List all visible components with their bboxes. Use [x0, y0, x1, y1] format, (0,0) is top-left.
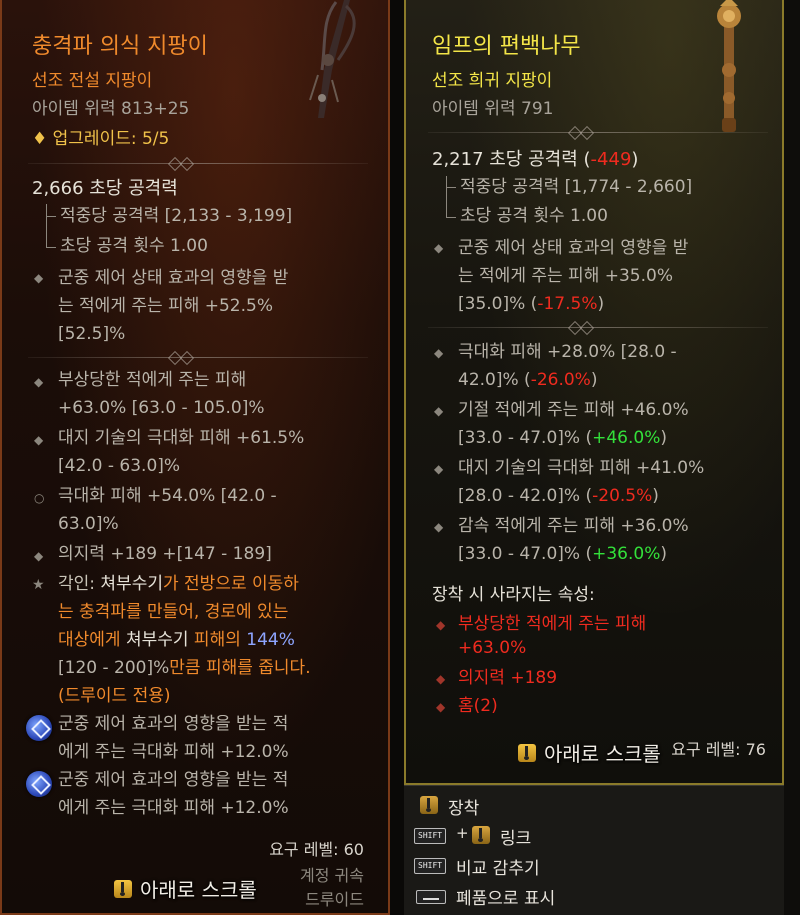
bullet-icon: ◆	[34, 271, 44, 285]
equipped-item-tooltip: 충격파 의식 지팡이 선조 전설 지팡이 아이템 위력 813+25 ♦ 업그레…	[0, 0, 390, 915]
socket-2-line-2: 에게 주는 극대화 피해 +12.0%	[58, 798, 289, 818]
aspect-line-3: 대상에게 쳐부수기 피해의 144%	[58, 630, 295, 650]
dps-diff: -449	[590, 149, 632, 170]
socket-2-line-1: 군중 제어 효과의 영향을 받는 적	[58, 770, 289, 790]
attacks-per-second: 초당 공격 횟수 1.00	[60, 236, 208, 256]
implicit-line-2: 는 적에게 주는 피해 +52.5%	[58, 296, 273, 316]
bullet-icon: ◆	[434, 241, 444, 255]
affix-3-line-2: [28.0 - 42.0]% (-20.5%)	[458, 486, 659, 506]
scroll-hint[interactable]: 아래로 스크롤	[544, 738, 661, 767]
dps-value: 2,666 초당 공격력	[32, 178, 178, 199]
scroll-hint[interactable]: 아래로 스크롤	[140, 874, 257, 903]
class-restriction: 드루이드	[305, 890, 364, 909]
bullet-icon: ◆	[34, 549, 44, 563]
upgrade-status: ♦ 업그레이드: 5/5	[32, 124, 169, 149]
stat-tree-line	[446, 176, 447, 218]
scroll-key-icon	[114, 880, 132, 898]
affix-1-line-2: +63.0% [63.0 - 105.0]%	[58, 398, 265, 418]
section-divider	[428, 327, 768, 328]
shift-key-icon: SHIFT	[414, 828, 447, 844]
link-key-icon	[472, 826, 490, 844]
bullet-icon: ◆	[434, 404, 444, 418]
panel-gap	[390, 0, 404, 915]
affix-2-line-1: 기절 적에게 주는 피해 +46.0%	[458, 400, 689, 420]
socket-gem-icon	[26, 771, 52, 797]
equip-action[interactable]: 장착	[448, 794, 479, 819]
dps-value: 2,217 초당 공격력 (-449)	[432, 149, 639, 170]
scroll-key-icon	[518, 744, 536, 762]
lost-stat-2: 의지력 +189	[458, 668, 558, 688]
aspect-line-2: 는 충격파를 만들어, 경로에 있는	[58, 602, 289, 622]
plus-sign: +	[456, 824, 469, 842]
section-divider	[28, 163, 368, 164]
bullet-icon: ◆	[434, 462, 444, 476]
socket-1-line-1: 군중 제어 효과의 영향을 받는 적	[58, 714, 289, 734]
upgrade-icon: ♦	[32, 129, 48, 149]
greater-affix-icon: ○	[34, 491, 45, 505]
equip-key-icon	[420, 796, 438, 814]
damage-per-hit: 적중당 공격력 [1,774 - 2,660]	[460, 177, 693, 197]
lost-stats-header: 장착 시 사라지는 속성:	[432, 585, 595, 605]
required-level: 요구 레벨: 60	[269, 840, 364, 859]
socket-gem-icon	[26, 715, 52, 741]
affix-1-line-1: 부상당한 적에게 주는 피해	[58, 370, 247, 390]
affix-3-line-2: 63.0]%	[58, 514, 119, 534]
bullet-icon: ◆	[436, 618, 446, 632]
upgrade-text: 업그레이드: 5/5	[52, 129, 170, 149]
attacks-per-second: 초당 공격 횟수 1.00	[460, 206, 608, 226]
stat-tree-line	[46, 204, 47, 248]
item-staff-image	[309, 0, 356, 118]
section-divider	[428, 132, 768, 133]
damage-per-hit: 적중당 공격력 [2,133 - 3,199]	[60, 206, 293, 226]
affix-2-line-2: [42.0 - 63.0]%	[58, 456, 181, 476]
implicit-line-1: 군중 제어 상태 효과의 영향을 받	[458, 238, 689, 258]
item-title: 충격파 의식 지팡이	[32, 34, 208, 59]
compared-item-tooltip: 임프의 편백나무 선조 희귀 지팡이 아이템 위력 791 2,217 초당 공…	[404, 0, 784, 785]
action-key-menu: 장착 SHIFT + 링크 SHIFT 비교 감추기 폐품으로 표시	[404, 785, 784, 915]
link-action[interactable]: 링크	[500, 824, 531, 849]
item-power: 아이템 위력 791	[432, 99, 554, 119]
bullet-icon: ◆	[436, 672, 446, 686]
space-key-icon	[416, 890, 446, 904]
affix-4-line-1: 의지력 +189 +[147 - 189]	[58, 544, 272, 564]
item-staff-image	[717, 0, 741, 132]
bullet-icon: ◆	[34, 433, 44, 447]
item-rarity: 선조 전설 지팡이	[32, 71, 153, 91]
bullet-icon: ◆	[436, 700, 446, 714]
aspect-star-icon: ★	[32, 577, 45, 593]
affix-3-line-1: 대지 기술의 극대화 피해 +41.0%	[458, 458, 705, 478]
affix-3-line-1: 극대화 피해 +54.0% [42.0 -	[58, 486, 277, 506]
aspect-line-1: 각인: 쳐부수기가 전방으로 이동하	[58, 574, 299, 594]
lost-stat-3: 홈(2)	[458, 696, 498, 716]
implicit-line-1: 군중 제어 상태 효과의 영향을 받	[58, 268, 289, 288]
affix-4-line-2: [33.0 - 47.0]% (+36.0%)	[458, 544, 668, 564]
socket-1-line-2: 에게 주는 극대화 피해 +12.0%	[58, 742, 289, 762]
implicit-line-2: 는 적에게 주는 피해 +35.0%	[458, 266, 673, 286]
affix-2-line-1: 대지 기술의 극대화 피해 +61.5%	[58, 428, 305, 448]
affix-1-line-2: 42.0]% (-26.0%)	[458, 370, 598, 390]
mark-junk-action[interactable]: 폐품으로 표시	[456, 884, 555, 909]
implicit-line-3: [52.5]%	[58, 324, 126, 344]
section-divider	[28, 357, 368, 358]
hide-compare-action[interactable]: 비교 감추기	[456, 854, 540, 879]
required-level: 요구 레벨: 76	[671, 740, 766, 759]
implicit-line-3: [35.0]% (-17.5%)	[458, 294, 605, 314]
item-rarity: 선조 희귀 지팡이	[432, 71, 553, 91]
bullet-icon: ◆	[434, 346, 444, 360]
affix-4-line-1: 감속 적에게 주는 피해 +36.0%	[458, 516, 689, 536]
item-title: 임프의 편백나무	[432, 34, 581, 59]
panel-edge	[784, 0, 800, 915]
affix-1-line-1: 극대화 피해 +28.0% [28.0 -	[458, 342, 677, 362]
bullet-icon: ◆	[434, 520, 444, 534]
aspect-line-5: (드루이드 전용)	[58, 686, 171, 706]
aspect-line-4: [120 - 200]%만큼 피해를 줍니다.	[58, 658, 311, 678]
account-bound: 계정 귀속	[300, 866, 364, 885]
bullet-icon: ◆	[34, 375, 44, 389]
affix-2-line-2: [33.0 - 47.0]% (+46.0%)	[458, 428, 668, 448]
lost-stat-1-value: +63.0%	[458, 638, 527, 658]
shift-key-icon: SHIFT	[414, 858, 447, 874]
item-power: 아이템 위력 813+25	[32, 99, 190, 119]
